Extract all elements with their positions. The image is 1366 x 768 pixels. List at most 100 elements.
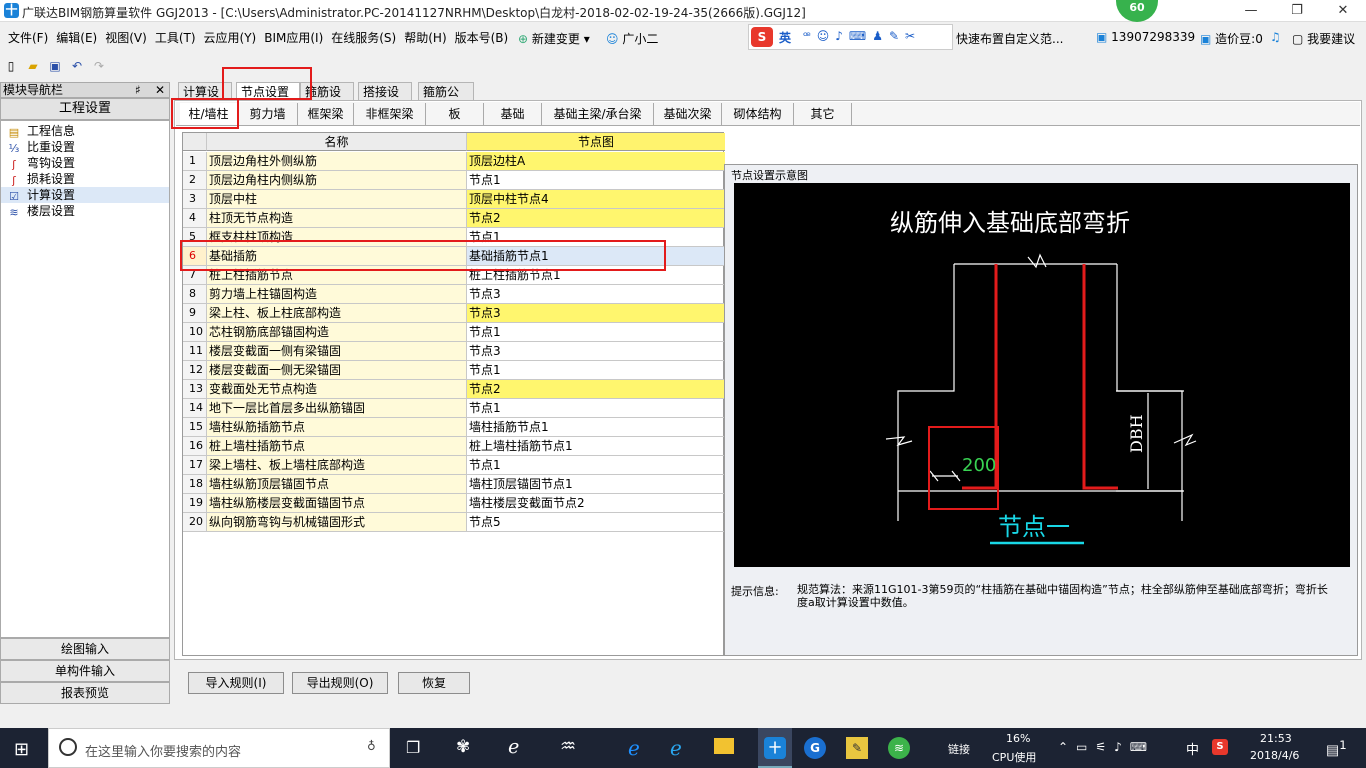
start-windows-icon[interactable]: ⊞ — [14, 739, 29, 760]
ime-lang-button[interactable]: 英 — [779, 29, 791, 46]
menu-file[interactable]: 文件(F) — [4, 26, 52, 50]
row-name[interactable]: 顶层边角柱外侧纵筋 — [207, 152, 467, 170]
row-name[interactable]: 柱顶无节点构造 — [207, 209, 467, 227]
row-node[interactable]: 顶层边柱A — [467, 152, 725, 170]
subtab-shear-wall[interactable]: 剪力墙 — [238, 103, 298, 125]
row-name[interactable]: 地下一层比首层多出纵筋锚固 — [207, 399, 467, 417]
table-row[interactable]: 8 剪力墙上柱锚固构造 节点3 — [183, 285, 725, 304]
row-node[interactable]: 墙柱楼层变截面节点2 — [467, 494, 725, 512]
ime-indicator[interactable]: 中 — [1186, 739, 1199, 758]
network-link-label[interactable]: 链接 — [948, 741, 970, 757]
table-row[interactable]: 11 楼层变截面一侧有梁锚固 节点3 — [183, 342, 725, 361]
table-row[interactable]: 18 墙柱纵筋顶层锚固节点 墙柱顶层锚固节点1 — [183, 475, 725, 494]
export-rules-button[interactable]: 导出规则(O) — [292, 672, 388, 694]
row-name[interactable]: 顶层中柱 — [207, 190, 467, 208]
notification-icon[interactable]: ▤1 — [1326, 738, 1347, 759]
table-row[interactable]: 20 纵向钢筋弯钩与机械锚固形式 节点5 — [183, 513, 725, 532]
subtab-nonframe-beam[interactable]: 非框架梁 — [354, 103, 426, 125]
row-node[interactable]: 节点2 — [467, 209, 725, 227]
row-name[interactable]: 墙柱纵筋插筋节点 — [207, 418, 467, 436]
row-node[interactable]: 墙柱插筋节点1 — [467, 418, 725, 436]
nav-title-project-settings[interactable]: 工程设置 — [0, 98, 170, 120]
nav-close-icon[interactable]: ✕ — [155, 83, 165, 97]
minimize-button[interactable]: — — [1228, 0, 1274, 22]
row-node[interactable]: 桩上墙柱插筋节点1 — [467, 437, 725, 455]
row-node[interactable]: 节点1 — [467, 361, 725, 379]
nav-item-hook[interactable]: ʃ 弯钩设置 — [1, 155, 169, 171]
row-node[interactable]: 节点1 — [467, 171, 725, 189]
save-icon[interactable]: ▣ — [46, 57, 64, 75]
redo-icon[interactable]: ↷ — [90, 57, 108, 75]
table-row[interactable]: 12 楼层变截面一侧无梁锚固 节点1 — [183, 361, 725, 380]
beans-balance[interactable]: ▣ 造价豆:0 — [1200, 30, 1263, 47]
table-row[interactable]: 17 梁上墙柱、板上墙柱底部构造 节点1 — [183, 456, 725, 475]
bell-icon[interactable]: ♫ — [1270, 30, 1281, 44]
close-button[interactable]: ✕ — [1320, 0, 1366, 22]
table-row[interactable]: 19 墙柱纵筋楼层变截面锚固节点 墙柱楼层变截面节点2 — [183, 494, 725, 513]
tab-stirrup-formula[interactable]: 箍筋公式 — [418, 82, 474, 117]
pinwheel-icon[interactable]: ✾ — [456, 737, 470, 757]
assistant-button[interactable]: ☺ 广小二 — [606, 30, 658, 47]
clock-date[interactable]: 2018/4/6 — [1250, 749, 1299, 762]
subtab-masonry[interactable]: 砌体结构 — [722, 103, 794, 125]
menu-tools[interactable]: 工具(T) — [151, 26, 200, 50]
mic-icon[interactable]: ♁ — [367, 739, 376, 753]
restore-button[interactable]: 恢复 — [398, 672, 470, 694]
ie-icon[interactable]: ℯ — [670, 736, 682, 760]
pin-icon[interactable]: ♯ — [135, 83, 141, 97]
row-node[interactable]: 节点5 — [467, 513, 725, 531]
row-name[interactable]: 纵向钢筋弯钩与机械锚固形式 — [207, 513, 467, 531]
table-row[interactable]: 4 柱顶无节点构造 节点2 — [183, 209, 725, 228]
menu-edit[interactable]: 编辑(E) — [52, 26, 101, 50]
menu-online[interactable]: 在线服务(S) — [327, 26, 400, 50]
user-account[interactable]: ▣ 13907298339 — [1096, 30, 1195, 44]
table-row[interactable]: 13 变截面处无节点构造 节点2 — [183, 380, 725, 399]
row-name[interactable]: 墙柱纵筋楼层变截面锚固节点 — [207, 494, 467, 512]
nav-item-floor[interactable]: ≋ 楼层设置 — [1, 203, 169, 219]
menu-bim[interactable]: BIM应用(I) — [260, 26, 327, 50]
subtab-slab[interactable]: 板 — [426, 103, 484, 125]
table-row[interactable]: 10 芯柱钢筋底部锚固构造 节点1 — [183, 323, 725, 342]
promo-text[interactable]: 快速布置自定义范... — [956, 30, 1063, 47]
row-name[interactable]: 桩上墙柱插筋节点 — [207, 437, 467, 455]
row-node[interactable]: 节点1 — [467, 399, 725, 417]
subtab-foundation[interactable]: 基础 — [484, 103, 542, 125]
nav-item-calc[interactable]: ☑ 计算设置 — [1, 187, 169, 203]
nav-single-input[interactable]: 单构件输入 — [0, 660, 170, 682]
nav-item-project-info[interactable]: ▤ 工程信息 — [1, 123, 169, 139]
menu-version[interactable]: 版本号(B) — [451, 26, 513, 50]
file-explorer-icon[interactable] — [714, 738, 734, 754]
table-row[interactable]: 1 顶层边角柱外侧纵筋 顶层边柱A — [183, 152, 725, 171]
table-row[interactable]: 3 顶层中柱 顶层中柱节点4 — [183, 190, 725, 209]
table-row[interactable]: 14 地下一层比首层多出纵筋锚固 节点1 — [183, 399, 725, 418]
header-name[interactable]: 名称 — [207, 133, 467, 151]
edge-legacy-icon[interactable]: ℯ — [508, 736, 519, 758]
row-node[interactable]: 顶层中柱节点4 — [467, 190, 725, 208]
row-node[interactable]: 节点3 — [467, 304, 725, 322]
header-node[interactable]: 节点图 — [467, 133, 725, 151]
clock-time[interactable]: 21:53 — [1260, 732, 1292, 745]
table-row[interactable]: 15 墙柱纵筋插筋节点 墙柱插筋节点1 — [183, 418, 725, 437]
open-folder-icon[interactable]: ▰ — [24, 57, 42, 75]
tray-icons[interactable]: ⌃▭⚟♪⌨ — [1058, 740, 1155, 754]
edge-icon[interactable]: ℯ — [628, 736, 640, 760]
undo-icon[interactable]: ↶ — [68, 57, 86, 75]
sogou-tray-icon[interactable]: S — [1212, 739, 1228, 755]
row-name[interactable]: 梁上柱、板上柱底部构造 — [207, 304, 467, 322]
glodon-g-icon[interactable]: G — [804, 737, 826, 759]
suggest-button[interactable]: ▢ 我要建议 — [1292, 30, 1355, 47]
table-row[interactable]: 9 梁上柱、板上柱底部构造 节点3 — [183, 304, 725, 323]
row-name[interactable]: 墙柱纵筋顶层锚固节点 — [207, 475, 467, 493]
row-name[interactable]: 剪力墙上柱锚固构造 — [207, 285, 467, 303]
task-view-icon[interactable]: ❐ — [406, 738, 420, 757]
row-name[interactable]: 梁上墙柱、板上墙柱底部构造 — [207, 456, 467, 474]
menu-cloud[interactable]: 云应用(Y) — [200, 26, 261, 50]
nav-drawing-input[interactable]: 绘图输入 — [0, 638, 170, 660]
nav-report-preview[interactable]: 报表预览 — [0, 682, 170, 704]
table-row[interactable]: 16 桩上墙柱插筋节点 桩上墙柱插筋节点1 — [183, 437, 725, 456]
row-node[interactable]: 节点1 — [467, 456, 725, 474]
subtab-foundation-main-beam[interactable]: 基础主梁/承台梁 — [542, 103, 654, 125]
row-node[interactable]: 节点3 — [467, 285, 725, 303]
new-change-button[interactable]: ⊕ 新建变更 ▾ — [518, 30, 590, 47]
notepad-icon[interactable]: ✎ — [846, 737, 868, 759]
